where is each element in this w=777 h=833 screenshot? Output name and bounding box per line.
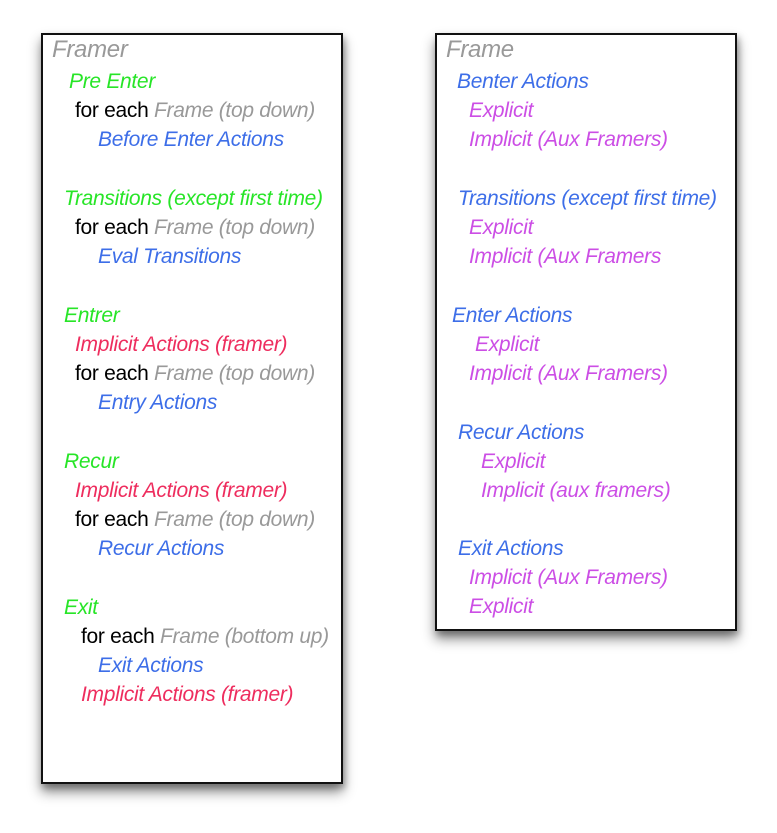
framer-title: Framer xyxy=(52,36,128,63)
frame-recur-heading: Recur Actions xyxy=(458,421,585,444)
for-each-label: for each xyxy=(75,362,149,385)
frame-enter-heading: Enter Actions xyxy=(452,304,573,327)
frame-title: Frame xyxy=(446,36,514,63)
frame-recur-explicit: Explicit xyxy=(481,450,546,473)
framer-entrer-heading: Entrer xyxy=(64,304,120,327)
framer-exit-action: Exit Actions xyxy=(98,654,204,677)
frame-transitions-implicit: Implicit (Aux Framers xyxy=(469,245,662,268)
framer-exit-implicit: Implicit Actions (framer) xyxy=(81,683,294,706)
frame-transitions-heading: Transitions (except first time) xyxy=(458,187,717,210)
frame-transitions-explicit: Explicit xyxy=(469,216,534,239)
for-each-label: for each xyxy=(81,625,155,648)
frame-order-label: Frame (top down) xyxy=(154,216,315,239)
framer-transitions-loop: for each Frame (top down) xyxy=(75,216,315,240)
frame-enter-implicit: Implicit (Aux Framers) xyxy=(469,362,668,385)
frame-order-label: Frame (top down) xyxy=(154,362,315,385)
frame-enter-explicit: Explicit xyxy=(475,333,540,356)
framer-entrer-implicit: Implicit Actions (framer) xyxy=(75,333,288,356)
framer-transitions-heading: Transitions (except first time) xyxy=(64,187,323,210)
framer-pre-enter-heading: Pre Enter xyxy=(69,70,156,93)
framer-recur-action: Recur Actions xyxy=(98,537,225,560)
framer-pre-enter-loop: for each Frame (top down) xyxy=(75,99,315,123)
frame-order-label: Frame (top down) xyxy=(154,508,315,531)
for-each-label: for each xyxy=(75,99,149,122)
for-each-label: for each xyxy=(75,216,149,239)
framer-entrer-action: Entry Actions xyxy=(98,391,218,414)
frame-recur-implicit: Implicit (aux framers) xyxy=(481,479,671,502)
frame-exit-heading: Exit Actions xyxy=(458,537,564,560)
framer-exit-loop: for each Frame (bottom up) xyxy=(81,625,329,649)
framer-pre-enter-action: Before Enter Actions xyxy=(98,128,284,151)
framer-recur-heading: Recur xyxy=(64,450,119,473)
for-each-label: for each xyxy=(75,508,149,531)
frame-order-label: Frame (bottom up) xyxy=(160,625,329,648)
frame-exit-implicit: Implicit (Aux Framers) xyxy=(469,566,668,589)
framer-entrer-loop: for each Frame (top down) xyxy=(75,362,315,386)
framer-exit-heading: Exit xyxy=(64,596,98,619)
framer-recur-implicit: Implicit Actions (framer) xyxy=(75,479,288,502)
frame-exit-explicit: Explicit xyxy=(469,595,534,618)
frame-benter-explicit: Explicit xyxy=(469,99,534,122)
frame-benter-heading: Benter Actions xyxy=(457,70,589,93)
frame-benter-implicit: Implicit (Aux Framers) xyxy=(469,128,668,151)
framer-transitions-action: Eval Transitions xyxy=(98,245,242,268)
frame-order-label: Frame (top down) xyxy=(154,99,315,122)
framer-recur-loop: for each Frame (top down) xyxy=(75,508,315,532)
